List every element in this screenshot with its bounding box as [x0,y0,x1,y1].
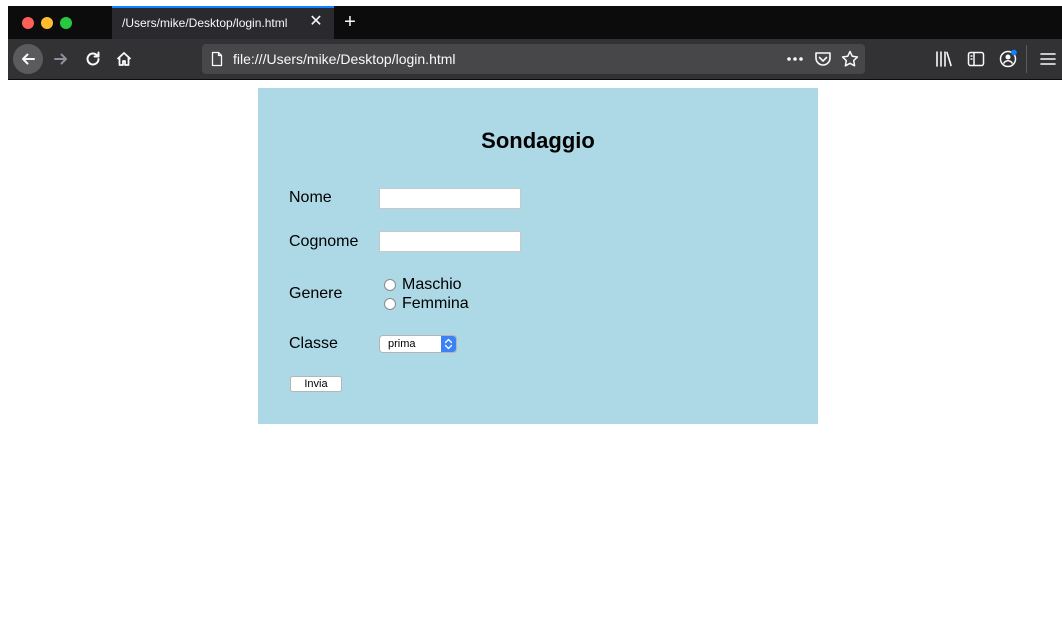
submit-button[interactable]: Invia [290,376,342,392]
browser-window: /Users/mike/Desktop/login.html ✕ + file:… [8,6,1062,628]
nome-input[interactable] [379,188,521,209]
classe-select[interactable]: prima [379,335,457,353]
radio-button[interactable] [384,297,396,310]
cognome-input[interactable] [379,231,521,252]
forward-button[interactable] [46,44,76,74]
account-icon[interactable] [998,49,1018,69]
radio-maschio[interactable]: Maschio [384,275,462,294]
pocket-icon[interactable] [813,49,833,69]
tab-login[interactable]: /Users/mike/Desktop/login.html ✕ [112,6,334,39]
radio-label: Maschio [402,276,462,293]
form-title: Sondaggio [481,128,595,153]
home-button[interactable] [109,44,139,74]
url-bar[interactable]: file:///Users/mike/Desktop/login.html [202,44,865,74]
tab-title: /Users/mike/Desktop/login.html [122,16,288,30]
chevron-updown-icon [441,336,456,352]
page-content: Sondaggio Nome Cognome Genere Maschio Fe… [8,80,1062,628]
navigation-toolbar: file:///Users/mike/Desktop/login.html [8,39,1062,80]
arrow-left-icon [22,53,35,65]
radio-button[interactable] [384,278,396,291]
home-icon [116,52,132,66]
reload-button[interactable] [78,44,108,74]
survey-form: Sondaggio Nome Cognome Genere Maschio Fe… [258,88,818,424]
page-icon [211,51,223,67]
url-text[interactable]: file:///Users/mike/Desktop/login.html [233,51,456,67]
nome-label: Nome [289,189,332,206]
window-close-button[interactable] [22,17,34,29]
hamburger-icon[interactable] [1038,49,1058,69]
new-tab-icon[interactable]: + [340,10,360,34]
toolbar-separator [1026,45,1027,73]
radio-label: Femmina [402,295,469,312]
window-minimize-button[interactable] [41,17,53,29]
star-icon[interactable] [840,49,860,69]
genere-label: Genere [289,285,343,302]
sidebar-icon[interactable] [966,49,986,69]
arrow-right-icon [54,53,67,65]
window-maximize-button[interactable] [60,17,72,29]
back-button[interactable] [13,44,43,74]
reload-icon [86,51,100,66]
library-icon[interactable] [934,49,954,69]
tab-close-icon[interactable]: ✕ [306,12,326,32]
tab-strip: /Users/mike/Desktop/login.html ✕ + [8,6,1062,39]
radio-femmina[interactable]: Femmina [384,294,469,313]
more-icon[interactable] [784,48,806,70]
classe-label: Classe [289,335,338,352]
classe-select-value: prima [388,338,416,350]
cognome-label: Cognome [289,233,359,250]
